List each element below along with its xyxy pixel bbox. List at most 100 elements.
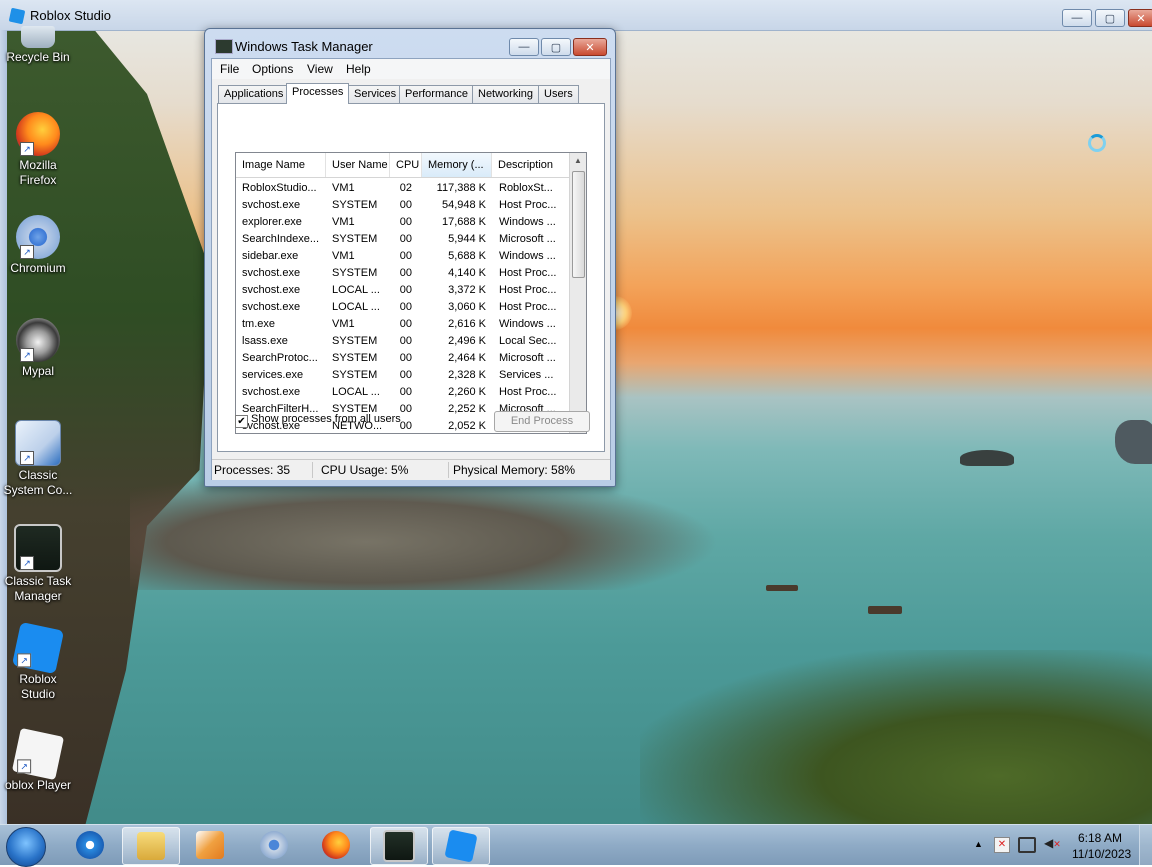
tm-maximize-button[interactable]: ▢: [541, 38, 571, 56]
cell-memory: 2,464 K: [448, 352, 486, 364]
process-row[interactable]: services.exe SYSTEM 00 2,328 K Services ...: [236, 367, 570, 384]
cell-memory: 5,688 K: [448, 250, 486, 262]
taskbar-firefox[interactable]: [308, 827, 364, 863]
taskbar-media-player[interactable]: [182, 827, 238, 863]
minimize-button[interactable]: —: [1062, 9, 1092, 27]
column-image-name[interactable]: Image Name: [236, 153, 326, 177]
menu-options[interactable]: Options: [252, 62, 293, 76]
tab-networking[interactable]: Networking: [472, 85, 540, 103]
media-player-icon: [196, 831, 224, 859]
cell-cpu: 00: [399, 318, 412, 330]
clock-time[interactable]: 6:18 AM: [1078, 831, 1122, 845]
process-list[interactable]: Image Name User Name CPU Memory (... Des…: [235, 152, 587, 434]
taskbar-file-explorer[interactable]: [122, 827, 180, 865]
show-all-processes-option[interactable]: ✔ Show processes from all users: [235, 413, 401, 428]
column-user-name[interactable]: User Name: [326, 153, 390, 177]
process-row[interactable]: svchost.exe SYSTEM 00 54,948 K Host Proc...: [236, 197, 570, 214]
tab-users[interactable]: Users: [538, 85, 579, 103]
studio-titlebar[interactable]: Roblox Studio — ▢ ✕: [0, 0, 1152, 31]
wallpaper-boat: [766, 585, 798, 591]
cell-cpu: 00: [399, 199, 412, 211]
clock-date[interactable]: 11/10/2023: [1072, 847, 1131, 861]
taskbar-task-manager[interactable]: [370, 827, 428, 865]
desktop-icon-roblox-studio[interactable]: ↗ Roblox Studio: [0, 621, 76, 702]
menu-help[interactable]: Help: [346, 62, 371, 76]
show-all-processes-label: Show processes from all users: [251, 413, 401, 425]
process-row[interactable]: explorer.exe VM1 00 17,688 K Windows ...: [236, 214, 570, 231]
volume-muted-icon[interactable]: ◀✕: [1044, 836, 1061, 850]
process-row[interactable]: SearchProtoc... SYSTEM 00 2,464 K Microsoft …: [236, 350, 570, 367]
process-row[interactable]: RobloxStudio... VM1 02 117,388 K RobloxSt...: [236, 180, 570, 197]
process-row[interactable]: svchost.exe SYSTEM 00 4,140 K Host Proc...: [236, 265, 570, 282]
cell-cpu: 00: [399, 301, 412, 313]
firefox-icon: [322, 831, 350, 859]
desktop-icon-classic-control-panel[interactable]: ↗ Classic System Co...: [0, 420, 76, 498]
cell-description: Microsoft ...: [499, 233, 556, 245]
process-row[interactable]: tm.exe VM1 00 2,616 K Windows ...: [236, 316, 570, 333]
desktop-icon-chromium[interactable]: ↗ Chromium: [0, 215, 76, 276]
taskbar-chromium[interactable]: [246, 827, 302, 863]
cell-user-name: LOCAL ...: [332, 386, 380, 398]
status-separator: [448, 462, 449, 478]
menu-file[interactable]: File: [220, 62, 239, 76]
cell-description: Host Proc...: [499, 199, 557, 211]
task-manager-icon: [383, 830, 415, 862]
column-description[interactable]: Description: [492, 153, 570, 177]
show-hidden-icons-icon[interactable]: ▲: [974, 839, 983, 849]
process-row[interactable]: svchost.exe LOCAL ... 00 3,060 K Host Proc..…: [236, 299, 570, 316]
action-center-icon[interactable]: ✕: [994, 837, 1010, 853]
cell-image-name: svchost.exe: [242, 284, 301, 296]
cell-memory: 2,260 K: [448, 386, 486, 398]
vertical-scrollbar[interactable]: ▲ ▼: [569, 153, 586, 433]
process-row[interactable]: lsass.exe SYSTEM 00 2,496 K Local Sec...: [236, 333, 570, 350]
wallpaper-plants: [640, 650, 1152, 830]
column-cpu[interactable]: CPU: [390, 153, 422, 177]
network-icon[interactable]: [1018, 837, 1036, 853]
tab-services[interactable]: Services: [348, 85, 403, 103]
status-cpu-usage: CPU Usage: 5%: [321, 463, 409, 477]
desktop-icon-mypal[interactable]: ↗ Mypal: [0, 318, 76, 379]
process-row[interactable]: svchost.exe LOCAL ... 00 2,260 K Host Proc..…: [236, 384, 570, 401]
tab-applications[interactable]: Applications: [218, 85, 290, 103]
task-manager-titlebar[interactable]: Windows Task Manager — ▢ ✕: [205, 29, 615, 59]
tab-processes[interactable]: Processes: [286, 83, 350, 104]
mypal-icon: ↗: [16, 318, 60, 362]
cell-cpu: 00: [399, 233, 412, 245]
cell-image-name: services.exe: [242, 369, 304, 381]
cell-image-name: sidebar.exe: [242, 250, 299, 262]
wallpaper-rock: [960, 450, 1014, 466]
cell-description: Windows ...: [499, 250, 556, 262]
taskbar-roblox-studio[interactable]: [432, 827, 490, 865]
column-memory[interactable]: Memory (...: [422, 153, 492, 177]
cell-memory: 2,328 K: [448, 369, 486, 381]
desktop-icon-roblox-player[interactable]: ↗ oblox Player: [0, 727, 76, 793]
process-list-header: Image Name User Name CPU Memory (... Des…: [236, 153, 570, 178]
taskbar-internet-explorer[interactable]: [62, 827, 118, 863]
close-button[interactable]: ✕: [1128, 9, 1152, 27]
roblox-studio-icon: ↗: [11, 621, 65, 675]
cell-description: Services ...: [499, 369, 554, 381]
desktop-icon-label: Recycle Bin: [6, 50, 70, 64]
tm-minimize-button[interactable]: —: [509, 38, 539, 56]
menu-view[interactable]: View: [307, 62, 333, 76]
tm-close-button[interactable]: ✕: [573, 38, 607, 56]
cell-description: Windows ...: [499, 318, 556, 330]
status-physical-memory: Physical Memory: 58%: [453, 463, 576, 477]
scroll-up-arrow-icon[interactable]: ▲: [570, 153, 586, 169]
show-all-processes-checkbox[interactable]: ✔: [235, 415, 248, 428]
show-desktop-button[interactable]: [1139, 825, 1152, 865]
desktop-icon-classic-task-manager[interactable]: ↗ Classic Task Manager: [0, 524, 76, 604]
process-row[interactable]: svchost.exe LOCAL ... 00 3,372 K Host Proc..…: [236, 282, 570, 299]
process-row[interactable]: sidebar.exe VM1 00 5,688 K Windows ...: [236, 248, 570, 265]
task-manager-window[interactable]: Windows Task Manager — ▢ ✕ File Options …: [204, 28, 616, 487]
maximize-button[interactable]: ▢: [1095, 9, 1125, 27]
cell-cpu: 02: [399, 182, 412, 194]
desktop-icon-firefox[interactable]: ↗ Mozilla Firefox: [0, 112, 76, 188]
cell-cpu: 00: [399, 250, 412, 262]
start-button[interactable]: [6, 827, 46, 867]
desktop-icon-recycle-bin[interactable]: Recycle Bin: [0, 26, 76, 65]
scrollbar-thumb[interactable]: [572, 171, 585, 278]
tab-performance[interactable]: Performance: [399, 85, 474, 103]
process-row[interactable]: SearchIndexe... SYSTEM 00 5,944 K Microsoft …: [236, 231, 570, 248]
end-process-button[interactable]: End Process: [494, 411, 590, 432]
